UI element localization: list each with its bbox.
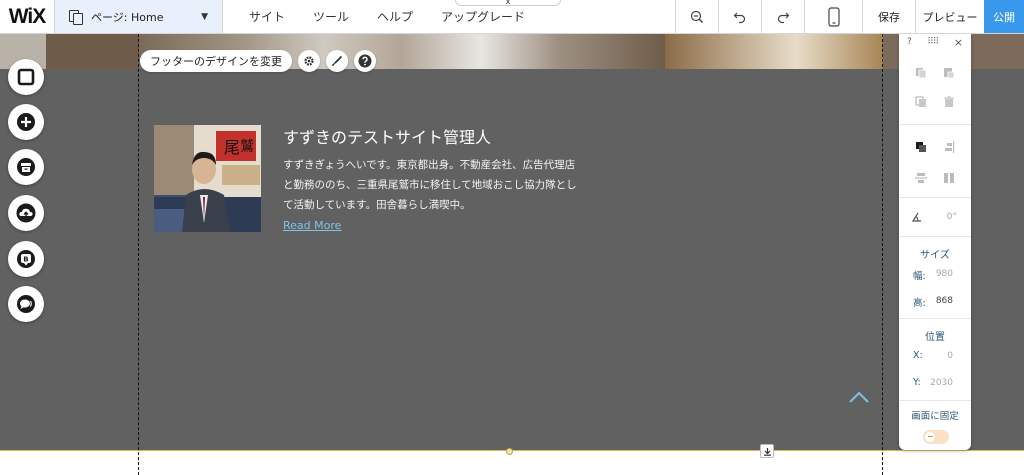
position-heading: 位置 bbox=[925, 332, 945, 343]
svg-text:鷲: 鷲 bbox=[240, 139, 254, 155]
anchor-button[interactable] bbox=[760, 444, 774, 458]
download-arrow-icon bbox=[763, 447, 771, 456]
rotation-value[interactable]: 0° bbox=[937, 212, 957, 222]
wix-editor: WiX ページ: Home ▼ サイト ツール ヘルプ アップグレード 保存 プ… bbox=[0, 0, 1024, 475]
author-name: すずきのテストサイト管理人 bbox=[283, 128, 492, 147]
redo-button[interactable] bbox=[761, 0, 804, 33]
inspector-panel: ? ⠿⠿ × 0° サイズ 幅: 980 高: 868 位置 X: 0 Y: 2… bbox=[899, 34, 971, 450]
plus-circle-icon bbox=[17, 113, 35, 131]
undo-button[interactable] bbox=[718, 0, 761, 33]
resize-handle[interactable] bbox=[506, 448, 513, 455]
zoom-out-button[interactable] bbox=[675, 0, 718, 33]
svg-text:B: B bbox=[23, 256, 28, 264]
align-right-icon[interactable] bbox=[943, 141, 955, 153]
publish-button[interactable]: 公開 bbox=[984, 0, 1024, 33]
save-button[interactable]: 保存 bbox=[862, 0, 915, 33]
strip-image-2 bbox=[46, 34, 139, 69]
arrange-icon[interactable] bbox=[915, 141, 927, 153]
background-tool-button[interactable] bbox=[8, 59, 44, 95]
distribute-icon[interactable] bbox=[915, 172, 927, 184]
height-label: 高: bbox=[913, 298, 926, 309]
height-value[interactable]: 868 bbox=[927, 296, 953, 306]
footer-settings-button[interactable] bbox=[298, 50, 320, 72]
menu-site[interactable]: サイト bbox=[249, 8, 285, 25]
help-icon bbox=[358, 54, 372, 68]
pin-to-screen-label: 画面に固定 bbox=[911, 411, 959, 422]
chat-bubble-icon bbox=[17, 295, 35, 313]
panel-divider bbox=[899, 124, 971, 125]
footer-help-button[interactable] bbox=[354, 50, 376, 72]
copy-icon[interactable] bbox=[915, 67, 927, 79]
panel-help-button[interactable]: ? bbox=[907, 37, 912, 47]
panel-close-button[interactable]: × bbox=[954, 36, 963, 49]
app-market-button[interactable] bbox=[8, 149, 44, 185]
section-drag-handle[interactable]: x bbox=[455, 0, 561, 6]
right-page-guide bbox=[882, 34, 883, 475]
paste-icon[interactable] bbox=[943, 67, 955, 79]
menu-upgrade[interactable]: アップグレード bbox=[441, 8, 525, 25]
author-photo[interactable]: 尾 鷲 bbox=[154, 125, 261, 232]
blog-icon: B bbox=[17, 250, 35, 268]
x-label: X: bbox=[913, 350, 923, 361]
rotate-angle-icon[interactable] bbox=[911, 211, 923, 223]
brush-icon bbox=[331, 55, 343, 67]
panel-divider bbox=[899, 236, 971, 237]
pin-to-screen-toggle[interactable] bbox=[923, 430, 949, 444]
read-more-link[interactable]: Read More bbox=[283, 219, 341, 232]
author-bio: すずきぎょうへいです。東京都出身。不動産会社、広告代理店と勤務ののち、三重県尾鷲… bbox=[283, 159, 577, 211]
left-page-guide bbox=[138, 34, 139, 475]
preview-button[interactable]: プレビュー bbox=[915, 0, 984, 33]
panel-divider bbox=[899, 400, 971, 401]
menu-tools[interactable]: ツール bbox=[313, 8, 349, 25]
back-to-top-icon[interactable] bbox=[848, 390, 870, 404]
x-value[interactable]: 0 bbox=[927, 351, 953, 361]
trash-icon[interactable] bbox=[943, 96, 955, 108]
square-icon bbox=[17, 68, 35, 86]
page-selector-label: ページ: Home bbox=[91, 10, 164, 24]
footer-edit-bar: フッターのデザインを変更 bbox=[140, 50, 376, 72]
svg-text:尾: 尾 bbox=[224, 138, 240, 157]
blog-button[interactable]: B bbox=[8, 241, 44, 277]
undo-icon bbox=[733, 12, 746, 23]
panel-divider bbox=[899, 318, 971, 319]
editor-canvas: フッターのデザインを変更 尾 鷲 すずきのテストサイト管理人 すずきぎょうへいで… bbox=[0, 34, 1024, 475]
mobile-view-button[interactable] bbox=[804, 0, 862, 33]
width-value[interactable]: 980 bbox=[927, 269, 953, 279]
cloud-upload-icon bbox=[16, 203, 36, 223]
size-heading: サイズ bbox=[920, 250, 950, 261]
page-selector[interactable]: ページ: Home ▼ bbox=[55, 0, 223, 33]
chevron-down-icon: ▼ bbox=[201, 12, 208, 22]
communication-button[interactable] bbox=[8, 286, 44, 322]
add-element-button[interactable] bbox=[8, 104, 44, 140]
pages-icon bbox=[69, 9, 83, 25]
duplicate-icon[interactable] bbox=[915, 96, 927, 108]
zoom-out-icon bbox=[690, 10, 703, 23]
below-footer-area bbox=[0, 451, 1024, 475]
panel-header: ? ⠿⠿ × bbox=[899, 34, 971, 50]
menu-help[interactable]: ヘルプ bbox=[377, 8, 413, 25]
toggle-off-indicator bbox=[928, 436, 933, 437]
store-icon bbox=[17, 158, 35, 176]
wix-logo[interactable]: WiX bbox=[0, 0, 55, 33]
change-footer-design-button[interactable]: フッターのデザインを変更 bbox=[140, 50, 292, 72]
panel-divider bbox=[899, 197, 971, 198]
author-photo-image: 尾 鷲 bbox=[154, 125, 261, 232]
y-label: Y: bbox=[913, 377, 921, 388]
strip-image-drinks bbox=[665, 34, 883, 69]
drag-dots-icon[interactable]: ⠿⠿ bbox=[927, 37, 939, 47]
upload-media-button[interactable] bbox=[8, 195, 44, 231]
redo-icon bbox=[777, 12, 790, 23]
y-value[interactable]: 2030 bbox=[927, 378, 953, 388]
gear-icon bbox=[304, 56, 314, 66]
width-label: 幅: bbox=[913, 271, 926, 282]
mobile-icon bbox=[827, 6, 840, 27]
footer-design-button[interactable] bbox=[326, 50, 348, 72]
match-size-icon[interactable] bbox=[943, 172, 955, 184]
